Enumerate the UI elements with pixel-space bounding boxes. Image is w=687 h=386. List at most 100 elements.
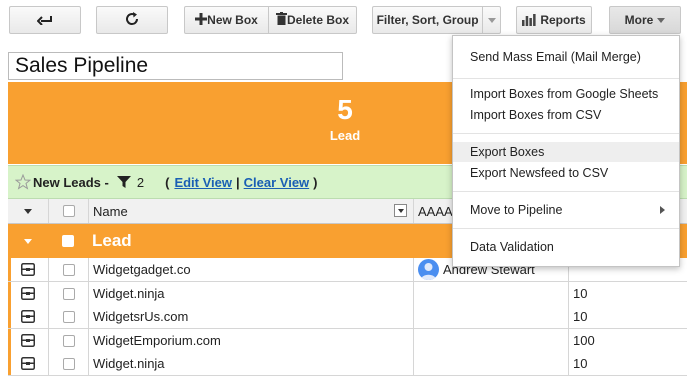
close-paren: ) [313, 174, 318, 190]
back-button[interactable] [9, 6, 81, 34]
menu-item-data-validation[interactable]: Data Validation [453, 237, 679, 257]
open-box-cell[interactable] [8, 329, 48, 352]
chevron-down-icon [657, 17, 666, 23]
row-menu-header[interactable] [8, 199, 48, 223]
assignee-cell[interactable] [413, 282, 568, 305]
menu-item-import-google-sheets[interactable]: Import Boxes from Google Sheets [453, 84, 679, 104]
select-all-checkbox[interactable] [62, 205, 75, 217]
box-name: WidgetEmporium.com [93, 333, 221, 348]
select-all-cell [48, 199, 88, 223]
box-name-cell[interactable]: WidgetEmporium.com [88, 329, 413, 352]
menu-item-label: Export Boxes [470, 145, 545, 159]
filter-dropdown-toggle[interactable] [483, 7, 500, 33]
box-value: 10 [573, 356, 588, 371]
column-menu-icon[interactable] [394, 204, 407, 217]
row-checkbox[interactable] [62, 310, 75, 323]
view-name: New Leads - [33, 174, 109, 190]
menu-item-label: Data Validation [470, 240, 554, 254]
menu-item-export-boxes[interactable]: Export Boxes [453, 142, 679, 162]
box-name: WidgetsrUs.com [93, 309, 189, 324]
open-paren: ( [165, 174, 170, 190]
filter-sort-group-main[interactable]: Filter, Sort, Group [373, 7, 482, 33]
value-cell[interactable]: 10 [568, 352, 687, 375]
table-row[interactable]: Widget.ninja 10 [8, 282, 687, 306]
avatar [418, 259, 439, 280]
more-button[interactable]: More [609, 6, 681, 34]
chevron-down-icon [24, 238, 32, 244]
open-box-cell[interactable] [8, 282, 48, 305]
value-cell[interactable]: 100 [568, 329, 687, 352]
box-open-icon[interactable] [21, 310, 35, 323]
row-select-cell [48, 329, 88, 352]
menu-item-label: Move to Pipeline [470, 203, 563, 217]
box-open-icon[interactable] [21, 334, 35, 347]
group-label: Lead [92, 231, 132, 250]
box-value: 10 [573, 309, 588, 324]
new-box-button[interactable]: New Box [185, 7, 268, 33]
menu-item-import-csv[interactable]: Import Boxes from CSV [453, 105, 679, 125]
menu-item-label: Import Boxes from Google Sheets [470, 87, 659, 101]
chevron-right-icon [660, 206, 665, 214]
assignee-cell[interactable] [413, 329, 568, 352]
assignee-cell[interactable] [413, 305, 568, 328]
menu-divider [453, 78, 679, 79]
box-name: Widgetgadget.co [93, 262, 191, 277]
box-name-cell[interactable]: Widgetgadget.co [88, 258, 413, 281]
box-name-cell[interactable]: Widget.ninja [88, 352, 413, 375]
chevron-down-icon [397, 208, 404, 213]
box-name: Widget.ninja [93, 286, 165, 301]
clear-view-link[interactable]: Clear View [244, 175, 310, 190]
group-checkbox[interactable] [62, 235, 74, 247]
box-actions-group: New Box Delete Box [184, 6, 357, 34]
menu-item-send-mass-email[interactable]: Send Mass Email (Mail Merge) [453, 47, 679, 67]
pipeline-title-input[interactable]: Sales Pipeline [8, 52, 343, 80]
menu-item-move-to-pipeline[interactable]: Move to Pipeline [453, 200, 679, 220]
plus-icon [195, 12, 208, 28]
box-name-cell[interactable]: Widget.ninja [88, 282, 413, 305]
box-open-icon[interactable] [21, 263, 35, 276]
reports-label: Reports [540, 13, 586, 27]
col3-label: AAAA [418, 203, 453, 219]
group-select-cell [48, 224, 88, 258]
menu-divider [453, 191, 679, 192]
box-open-icon[interactable] [21, 357, 35, 370]
refresh-button[interactable] [96, 6, 168, 34]
menu-item-export-newsfeed[interactable]: Export Newsfeed to CSV [453, 163, 679, 183]
reports-button[interactable]: Reports [516, 6, 592, 34]
row-checkbox[interactable] [62, 263, 75, 276]
menu-item-label: Import Boxes from CSV [470, 108, 602, 122]
bar-chart-icon [522, 14, 536, 26]
table-row[interactable]: WidgetsrUs.com 10 [8, 305, 687, 329]
edit-view-link[interactable]: Edit View [174, 175, 232, 190]
open-box-cell[interactable] [8, 258, 48, 281]
menu-item-label: Send Mass Email (Mail Merge) [470, 50, 641, 64]
row-checkbox[interactable] [62, 287, 75, 300]
open-box-cell[interactable] [8, 305, 48, 328]
filter-sort-group-label: Filter, Sort, Group [376, 13, 479, 27]
delete-box-button[interactable]: Delete Box [269, 7, 356, 33]
open-box-cell[interactable] [8, 352, 48, 375]
chevron-down-icon [487, 17, 496, 23]
table-row[interactable]: WidgetEmporium.com 100 [8, 329, 687, 353]
menu-divider [453, 228, 679, 229]
star-icon[interactable] [15, 174, 31, 190]
more-dropdown-menu: Send Mass Email (Mail Merge) Import Boxe… [452, 35, 680, 267]
box-open-icon[interactable] [21, 287, 35, 300]
table-row[interactable]: Widget.ninja 10 [8, 352, 687, 376]
box-name-cell[interactable]: WidgetsrUs.com [88, 305, 413, 328]
assignee-cell[interactable] [413, 352, 568, 375]
row-select-cell [48, 282, 88, 305]
chevron-down-icon [24, 208, 32, 214]
box-value: 100 [573, 333, 595, 348]
row-select-cell [48, 258, 88, 281]
name-column-header[interactable]: Name [88, 199, 413, 223]
menu-divider [453, 133, 679, 134]
group-collapse-toggle[interactable] [8, 224, 48, 258]
box-name: Widget.ninja [93, 356, 165, 371]
menu-item-label: Export Newsfeed to CSV [470, 166, 609, 180]
value-cell[interactable]: 10 [568, 282, 687, 305]
filter-sort-group-button[interactable]: Filter, Sort, Group [372, 6, 501, 34]
row-checkbox[interactable] [62, 334, 75, 347]
value-cell[interactable]: 10 [568, 305, 687, 328]
row-checkbox[interactable] [62, 357, 75, 370]
